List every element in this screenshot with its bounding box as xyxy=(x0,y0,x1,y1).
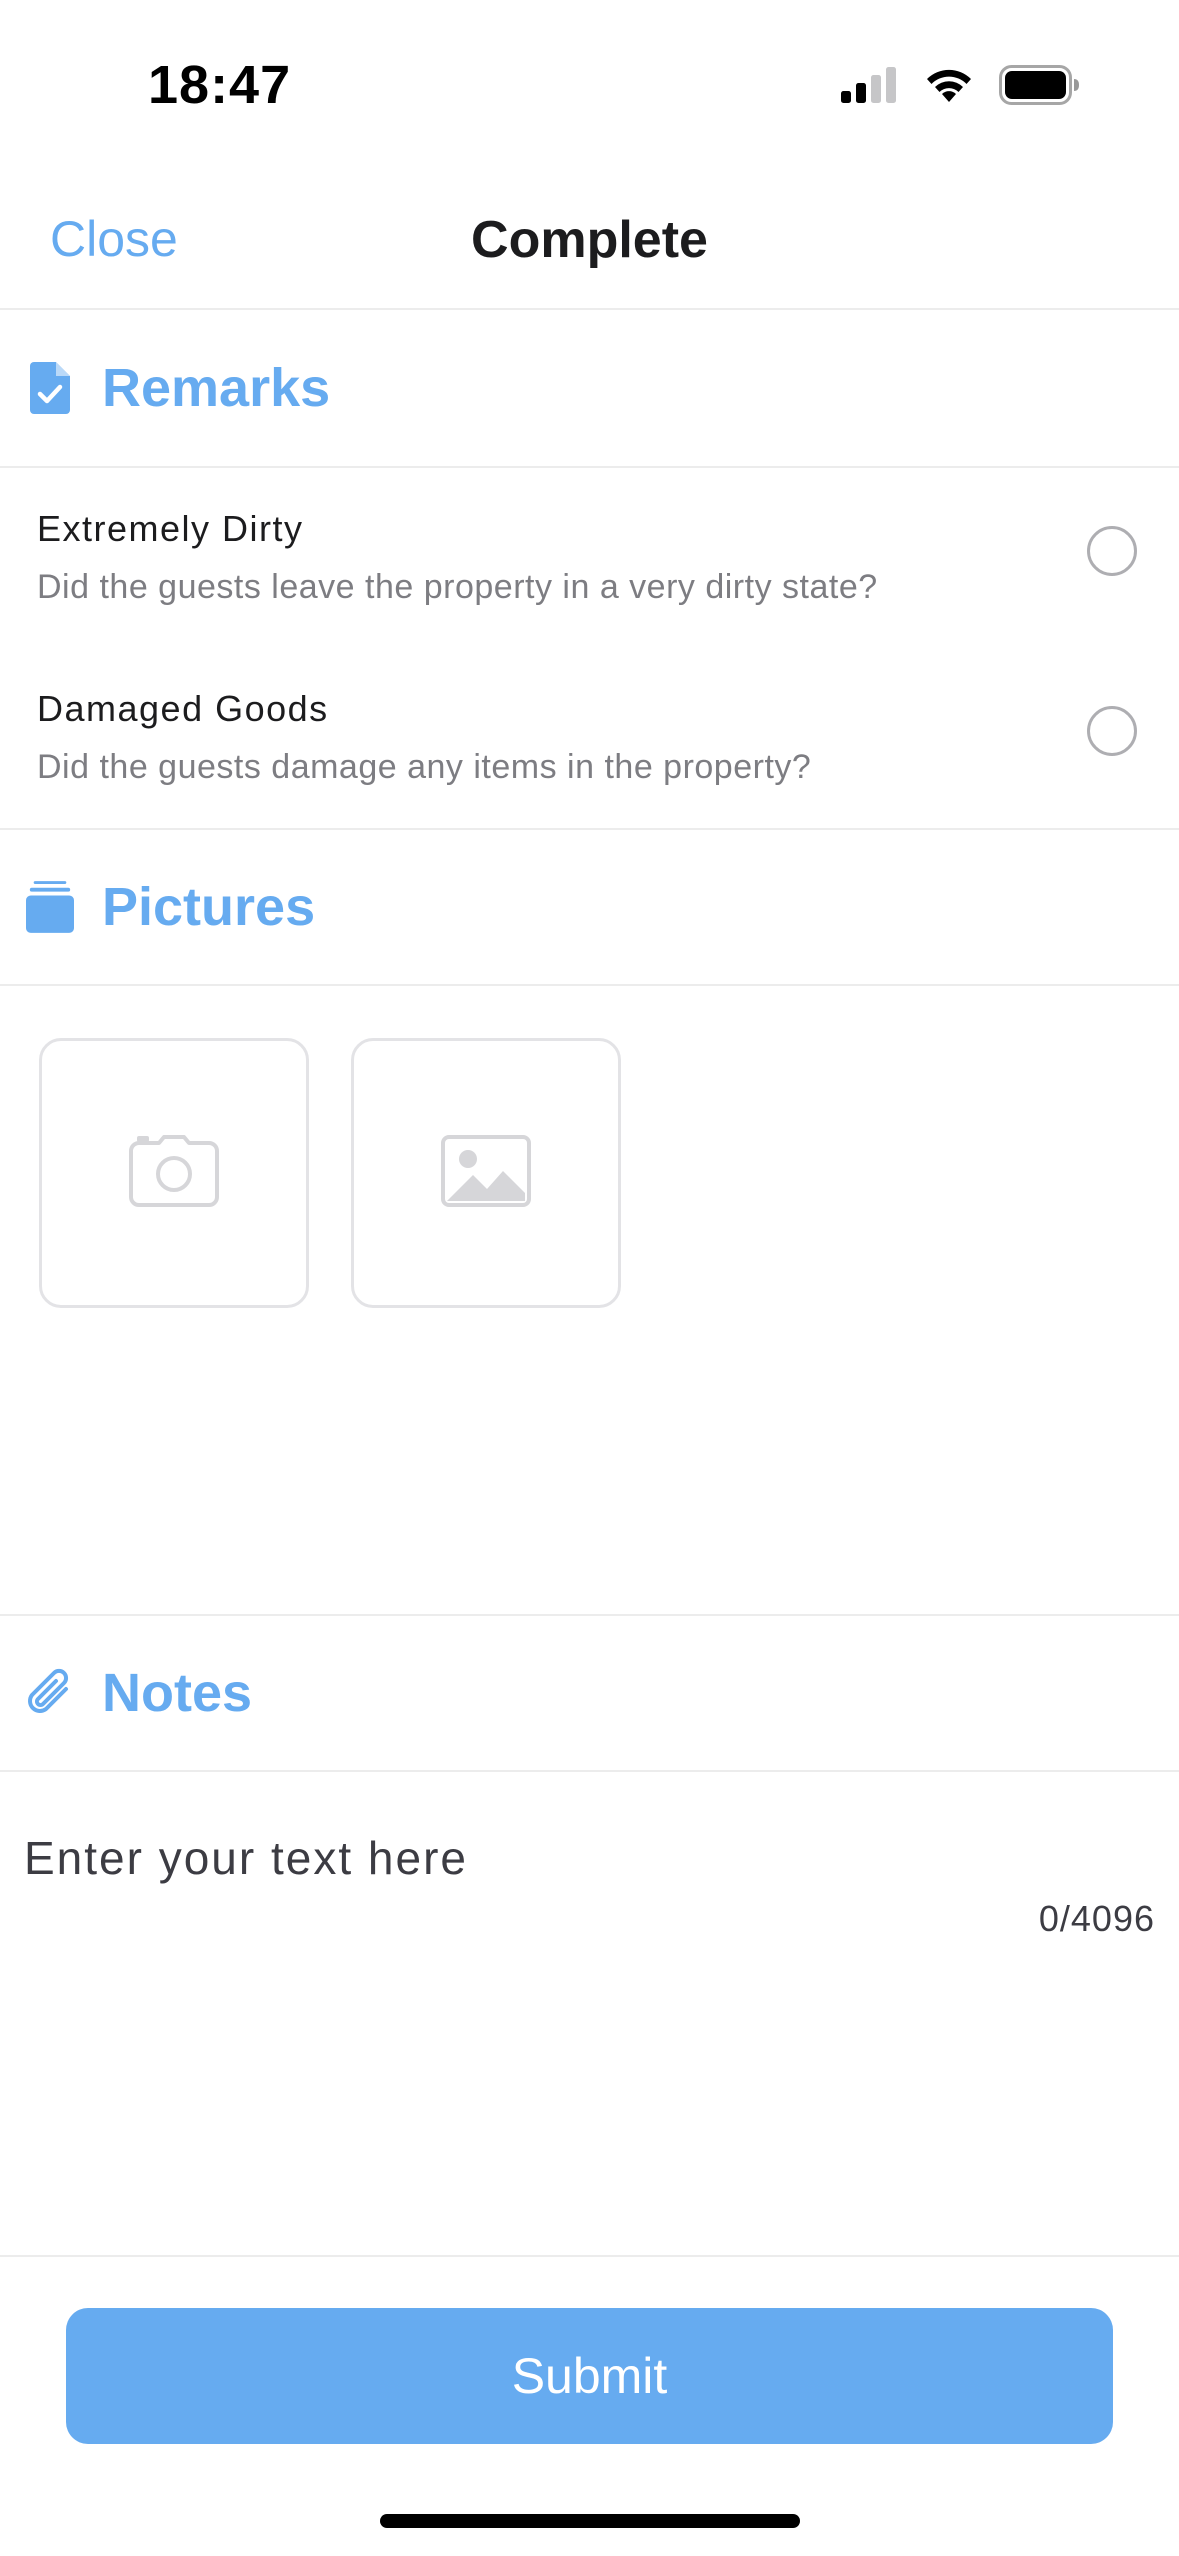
character-counter: 0/4096 xyxy=(1038,1898,1155,1939)
take-photo-button[interactable] xyxy=(39,1038,309,1308)
paperclip-icon xyxy=(26,1664,74,1722)
remark-description: Did the guests damage any items in the p… xyxy=(37,748,812,786)
stack-icon xyxy=(26,878,74,936)
damaged-goods-radio[interactable] xyxy=(1087,706,1137,756)
status-bar: 18:47 xyxy=(0,0,1179,170)
choose-image-button[interactable] xyxy=(351,1038,621,1308)
extremely-dirty-radio[interactable] xyxy=(1087,526,1137,576)
cellular-signal-icon xyxy=(841,66,899,108)
status-icons xyxy=(841,62,1081,112)
wifi-icon xyxy=(923,66,975,109)
home-indicator xyxy=(380,2514,800,2528)
footer-divider xyxy=(0,2255,1179,2257)
pictures-section-header: Pictures xyxy=(0,828,1179,986)
remark-title: Extremely Dirty xyxy=(37,508,304,549)
remarks-section-header: Remarks xyxy=(0,310,1179,468)
notes-title: Notes xyxy=(102,1663,253,1723)
status-time: 18:47 xyxy=(148,55,292,115)
document-check-icon xyxy=(26,359,74,417)
battery-icon xyxy=(999,64,1081,110)
submit-button[interactable]: Submit xyxy=(66,2308,1113,2444)
notes-input[interactable] xyxy=(24,1818,1154,1898)
image-icon xyxy=(441,1134,531,1212)
camera-icon xyxy=(129,1134,219,1212)
page-title: Complete xyxy=(471,211,708,269)
remarks-title: Remarks xyxy=(102,358,331,418)
remark-extremely-dirty[interactable]: Extremely Dirty Did the guests leave the… xyxy=(0,468,1179,648)
remark-title: Damaged Goods xyxy=(37,688,329,729)
remark-description: Did the guests leave the property in a v… xyxy=(37,568,878,606)
remark-damaged-goods[interactable]: Damaged Goods Did the guests damage any … xyxy=(0,648,1179,828)
pictures-title: Pictures xyxy=(102,877,316,937)
notes-section-header: Notes xyxy=(0,1614,1179,1772)
nav-header: Close Complete xyxy=(0,170,1179,310)
